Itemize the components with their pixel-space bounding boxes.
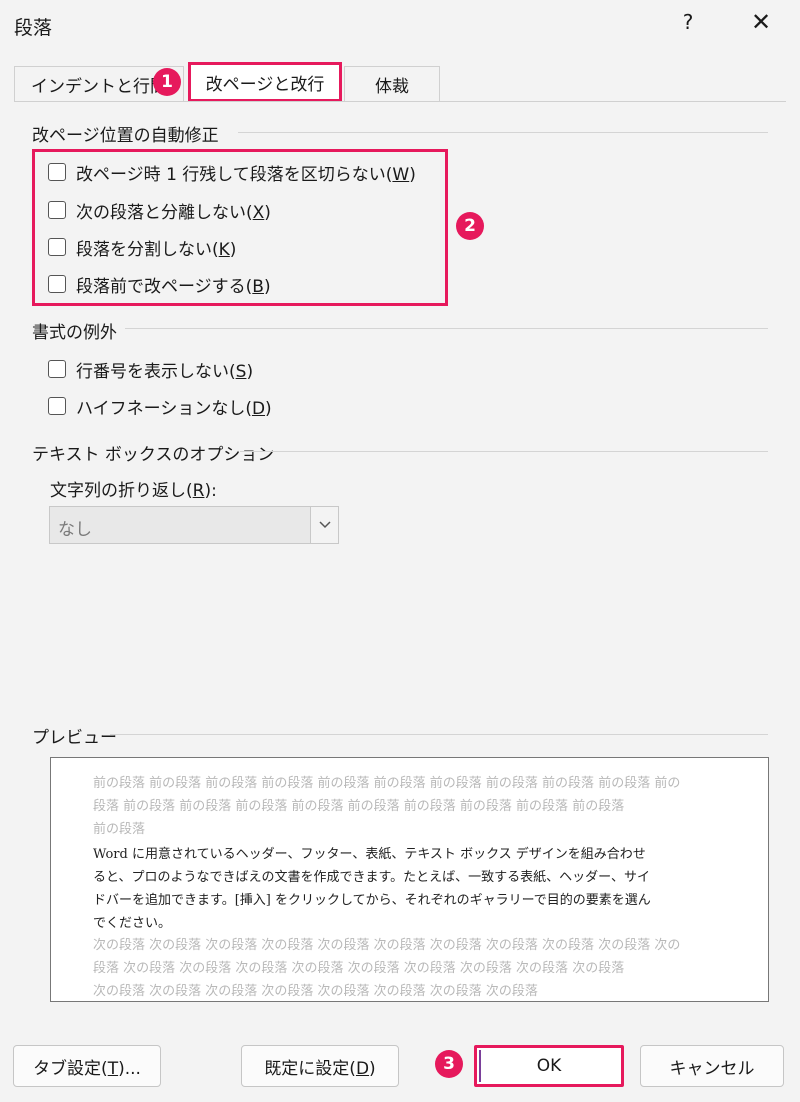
pagination-group-title: 改ページ位置の自動修正 — [32, 126, 219, 146]
tab-typography[interactable]: 体裁 — [344, 66, 440, 102]
button-label: キャンセル — [669, 1058, 755, 1079]
preview-line: ドバーを追加できます。[挿入] をクリックしてから、それぞれのギャラリーで目的の… — [93, 893, 651, 908]
preview-line: 段落 次の段落 次の段落 次の段落 次の段落 次の段落 次の段落 次の段落 次の… — [93, 961, 625, 976]
keep-lines-checkbox-row[interactable]: 段落を分割しない(K) — [48, 232, 236, 262]
button-label: タブ設定(T)... — [33, 1058, 141, 1079]
checkbox[interactable] — [48, 275, 66, 293]
tab-divider — [14, 101, 786, 102]
preview-line: 前の段落 前の段落 前の段落 前の段落 前の段落 前の段落 前の段落 前の段落 … — [93, 776, 681, 791]
checkbox[interactable] — [48, 397, 66, 415]
group-divider — [125, 328, 768, 329]
preview-line: ると、プロのようなできばえの文書を作成できます。たとえば、一致する表紙、ヘッダー… — [93, 870, 651, 885]
cancel-button[interactable]: キャンセル — [640, 1045, 784, 1087]
tab-label: 改ページと改行 — [205, 74, 325, 95]
checkbox[interactable] — [48, 360, 66, 378]
checkbox-label: 段落前で改ページする(B) — [76, 276, 271, 297]
preview-group-title: プレビュー — [32, 728, 117, 748]
checkbox[interactable] — [48, 163, 66, 181]
checkbox-label: 次の段落と分離しない(X) — [76, 202, 271, 223]
step-badge-1: 1 — [153, 68, 181, 96]
checkbox[interactable] — [48, 238, 66, 256]
preview-line: 次の段落 次の段落 次の段落 次の段落 次の段落 次の段落 次の段落 次の段落 — [93, 984, 538, 999]
tab-label: 体裁 — [375, 77, 409, 97]
step-badge-2: 2 — [456, 212, 484, 240]
checkbox-label: ハイフネーションなし(D) — [76, 398, 272, 419]
preview-line: 段落 前の段落 前の段落 前の段落 前の段落 前の段落 前の段落 前の段落 前の… — [93, 799, 625, 814]
help-button[interactable]: ? — [674, 10, 702, 34]
button-label: OK — [536, 1056, 562, 1076]
group-divider — [110, 734, 768, 735]
exceptions-group-title: 書式の例外 — [32, 323, 117, 343]
text-wrap-select[interactable]: なし — [49, 506, 339, 544]
step-badge-3: 3 — [435, 1050, 463, 1078]
tab-label: インデントと行間 — [31, 77, 167, 97]
ok-button[interactable]: OK — [474, 1045, 624, 1087]
tab-line-page-breaks[interactable]: 改ページと改行 — [188, 62, 342, 102]
textbox-group-title: テキスト ボックスのオプション — [32, 445, 275, 465]
preview-line: 次の段落 次の段落 次の段落 次の段落 次の段落 次の段落 次の段落 次の段落 … — [93, 938, 681, 953]
no-hyphenation-checkbox-row[interactable]: ハイフネーションなし(D) — [48, 391, 272, 421]
suppress-line-numbers-checkbox-row[interactable]: 行番号を表示しない(S) — [48, 354, 253, 384]
tab-strip: インデントと行間 体裁 改ページと改行 — [0, 62, 800, 102]
dialog-title: 段落 — [14, 17, 53, 39]
keep-lines-together-checkbox-row[interactable]: 改ページ時 1 行残して段落を区切らない(W) — [48, 157, 416, 187]
group-divider — [240, 451, 768, 452]
group-divider — [238, 132, 768, 133]
tabs-button[interactable]: タブ設定(T)... — [13, 1045, 161, 1087]
button-label: 既定に設定(D) — [264, 1058, 376, 1079]
preview-line: Word に用意されているヘッダー、フッター、表紙、テキスト ボックス デザイン… — [93, 847, 646, 862]
wrap-label: 文字列の折り返し(R): — [50, 481, 217, 501]
checkbox-label: 行番号を表示しない(S) — [76, 361, 254, 382]
set-as-default-button[interactable]: 既定に設定(D) — [241, 1045, 399, 1087]
preview-line: でください。 — [93, 916, 172, 931]
preview-pane: 前の段落 前の段落 前の段落 前の段落 前の段落 前の段落 前の段落 前の段落 … — [50, 757, 769, 1002]
preview-line: 前の段落 — [93, 822, 146, 837]
page-break-before-checkbox-row[interactable]: 段落前で改ページする(B) — [48, 269, 271, 299]
keep-with-next-checkbox-row[interactable]: 次の段落と分離しない(X) — [48, 195, 271, 225]
close-button[interactable]: ✕ — [745, 8, 777, 36]
checkbox-label: 段落を分割しない(K) — [76, 239, 237, 260]
chevron-down-icon[interactable] — [310, 507, 338, 543]
select-value: なし — [58, 520, 92, 540]
checkbox-label: 改ページ時 1 行残して段落を区切らない(W) — [76, 164, 416, 185]
checkbox[interactable] — [48, 201, 66, 219]
title-bar: 段落 ? ✕ — [0, 0, 800, 52]
